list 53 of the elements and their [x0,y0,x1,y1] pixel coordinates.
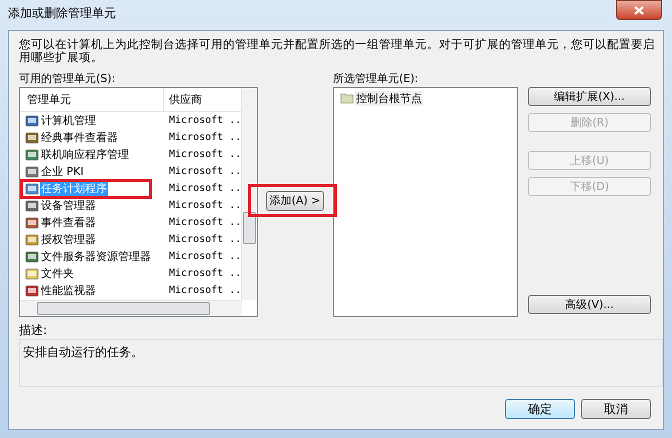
vendor-cell-text: Microsoft .. [168,267,242,281]
add-button[interactable]: 添加(A) > [266,191,324,211]
horizontal-scrollbar[interactable] [20,300,242,316]
snapin-name[interactable]: 文件夹 [40,266,75,280]
description-text: 安排自动运行的任务。 [23,345,143,359]
vendor-cell-text: Microsoft .. [168,131,242,145]
vendor-cell-text: Microsoft .. [168,165,242,179]
snapin-name[interactable]: 授权管理器 [40,232,97,246]
snapin-icon [25,114,39,128]
snapin-icon [25,148,39,162]
vendor-cell-text: Microsoft .. [168,233,242,247]
window-title: 添加或删除管理单元 [8,6,116,20]
snapin-icon [25,130,39,144]
vertical-scrollbar[interactable] [241,88,257,300]
snapin-name[interactable]: 文件服务器资源管理器 [40,250,152,264]
snapin-name[interactable]: 计算机管理 [40,114,97,128]
snapin-icon [25,232,39,246]
snapin-name[interactable]: 联机响应程序管理 [40,148,130,162]
cancel-button[interactable]: 取消 [581,399,651,419]
scrollbar-thumb[interactable] [37,302,210,315]
selected-label: 所选管理单元(E): [333,72,418,85]
vendor-cell-text: Microsoft .. [168,114,242,128]
side-button[interactable]: 编辑扩展(X)... [528,87,651,106]
column-header[interactable]: 管理单元 [20,88,164,111]
snapin-icon [25,284,39,298]
tree-node[interactable]: 控制台根节点 [355,90,423,106]
side-button[interactable]: 高级(V)... [528,295,651,314]
available-label: 可用的管理单元(S): [19,72,116,85]
close-button[interactable] [616,0,662,20]
vendor-cell-text: Microsoft .. [168,284,242,298]
snapin-name[interactable]: 性能监视器 [40,284,97,298]
snapin-icon [25,266,39,280]
snapin-icon [25,164,39,178]
close-icon [634,6,644,14]
vendor-cell-text: Microsoft .. [168,182,242,196]
snapin-icon [25,216,39,230]
snapin-icon [25,198,39,212]
vendor-cell-text: Microsoft .. [168,199,242,213]
ok-button[interactable]: 确定 [505,399,575,419]
vendor-cell-text: Microsoft .. [168,148,242,162]
snapin-name[interactable]: 企业 PKI [40,164,85,178]
scrollbar-thumb[interactable] [243,212,256,244]
snapin-name[interactable]: 设备管理器 [40,198,97,212]
snapin-name[interactable]: 经典事件查看器 [40,130,119,144]
column-header[interactable]: 供应商 [164,88,202,111]
vendor-cell-text: Microsoft .. [168,216,242,230]
intro-text: 您可以在计算机上为此控制台选择可用的管理单元并配置所选的一组管理单元。对于可扩展的管理单元，您可以配置要启用哪些扩展项。 [19,38,656,64]
snapin-icon [25,250,39,264]
vendor-cell-text: Microsoft .. [168,250,242,264]
snapin-name[interactable]: 事件查看器 [40,216,97,230]
snapin-icon [25,182,39,196]
description-label: 描述: [19,324,48,337]
folder-icon [340,92,354,104]
